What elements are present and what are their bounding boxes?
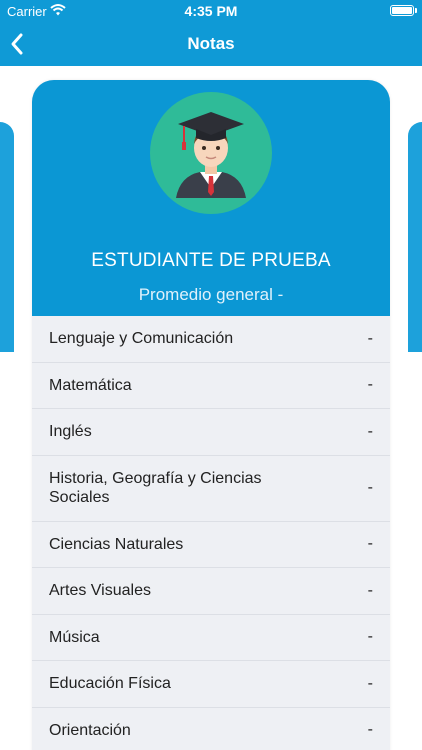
battery-tip	[415, 8, 417, 13]
status-bar: Carrier 4:35 PM	[0, 0, 422, 22]
battery-icon	[390, 5, 414, 16]
student-avatar	[150, 92, 272, 214]
subject-name: Inglés	[49, 423, 92, 441]
subject-grade: -	[367, 721, 373, 739]
subject-row[interactable]: Música -	[32, 615, 390, 661]
graduate-icon	[176, 112, 246, 198]
subject-name: Historia, Geografía y Ciencias Sociales	[49, 470, 262, 506]
subject-name: Música	[49, 628, 100, 646]
subject-grade: -	[367, 376, 373, 394]
subject-name: Matemática	[49, 376, 132, 394]
subject-name: Artes Visuales	[49, 582, 151, 600]
subject-row[interactable]: Lenguaje y Comunicación -	[32, 316, 390, 363]
subject-name: Ciencias Naturales	[49, 535, 184, 553]
general-average: Promedio general -	[138, 285, 284, 304]
clock: 4:35 PM	[184, 3, 238, 19]
student-grades-card: ESTUDIANTE DE PRUEBA Promedio general - …	[32, 80, 390, 750]
subject-row[interactable]: Inglés -	[32, 409, 390, 456]
subject-row[interactable]: Educación Física -	[32, 661, 390, 708]
subject-row[interactable]: Artes Visuales -	[32, 568, 390, 615]
subject-grade: -	[367, 422, 373, 440]
subject-list: Lenguaje y Comunicación - Matemática - I…	[32, 316, 390, 750]
previous-card-peek[interactable]	[0, 122, 14, 352]
navigation-bar: Notas	[0, 22, 422, 66]
subject-name: Lenguaje y Comunicación	[49, 330, 234, 348]
subject-name: Orientación	[49, 721, 131, 739]
subject-grade: -	[367, 329, 373, 347]
subject-grade: -	[367, 628, 373, 646]
subject-grade: -	[367, 674, 373, 692]
page-title: Notas	[187, 34, 235, 53]
subject-row[interactable]: Historia, Geografía y Ciencias Sociales …	[32, 456, 390, 522]
subject-row[interactable]: Matemática -	[32, 363, 390, 409]
subject-name: Educación Física	[49, 675, 171, 693]
subject-grade: -	[367, 535, 373, 553]
card-header: ESTUDIANTE DE PRUEBA Promedio general -	[32, 80, 390, 316]
subject-row[interactable]: Ciencias Naturales -	[32, 522, 390, 568]
subject-row[interactable]: Orientación -	[32, 708, 390, 750]
subject-grade: -	[367, 479, 373, 496]
student-name: ESTUDIANTE DE PRUEBA	[91, 250, 331, 271]
subject-grade: -	[367, 581, 373, 599]
next-card-peek[interactable]	[408, 122, 422, 352]
